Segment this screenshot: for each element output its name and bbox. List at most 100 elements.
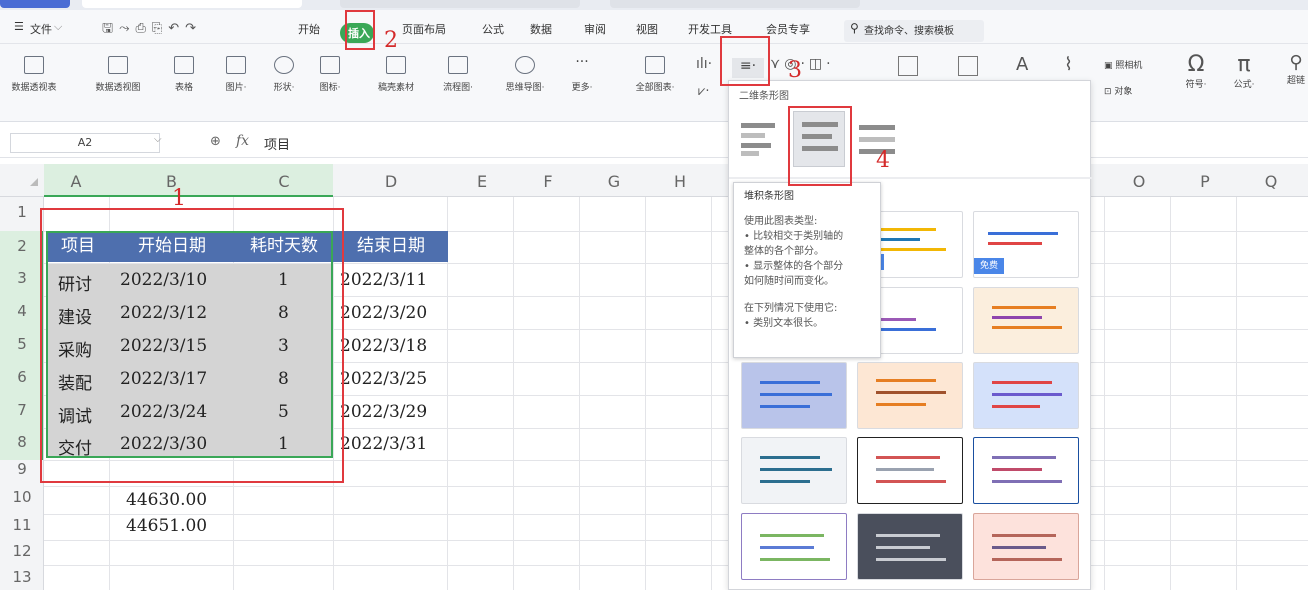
picture-icon [226, 56, 246, 74]
row-8[interactable]: 8 [0, 433, 44, 451]
col-C[interactable]: C [235, 172, 333, 191]
col-H[interactable]: H [647, 172, 713, 191]
object-icon: ⊡ [1104, 87, 1115, 97]
icons-button[interactable]: 图标· [310, 56, 350, 93]
cell-b10[interactable]: 44630.00 [126, 490, 207, 510]
pivot-chart-button[interactable]: 数据透视图 [86, 56, 150, 93]
row-11[interactable]: 11 [0, 516, 44, 534]
chart-template-thumb[interactable] [973, 287, 1079, 354]
fx-icon[interactable]: fx [236, 133, 249, 149]
file-menu[interactable]: 文件 [30, 21, 52, 37]
cell-end[interactable]: 2022/3/29 [340, 402, 427, 422]
formula-bar: A2 ⌵ ⊕ fx 项目 [0, 128, 1308, 158]
cell-b11[interactable]: 44651.00 [126, 516, 207, 536]
row-6[interactable]: 6 [0, 368, 44, 386]
row-9[interactable]: 9 [0, 460, 44, 478]
object-button[interactable]: ⊡ 对象 [1104, 84, 1140, 97]
camera-button[interactable]: ▣ 照相机 [1104, 58, 1142, 71]
pivot-chart-icon [108, 56, 128, 74]
chart-template-thumb[interactable] [973, 437, 1079, 504]
pivot-table-button[interactable]: 数据透视表 [10, 56, 58, 93]
menu-member[interactable]: 会员专享 [766, 21, 810, 37]
row-3[interactable]: 3 [0, 269, 44, 287]
row-12[interactable]: 12 [0, 542, 44, 560]
chart-template-thumb[interactable] [857, 437, 963, 504]
radar-chart-icon[interactable]: ⩗· [698, 84, 709, 99]
quick-access-icons[interactable]: 🖫⤳⎙⎘↶↷ [102, 19, 202, 41]
zoom-icon[interactable]: ⊕ [210, 134, 221, 149]
cell-end[interactable]: 2022/3/18 [340, 336, 427, 356]
material-button[interactable]: 稿壳素材 [370, 56, 422, 93]
chevron-down-icon[interactable]: ⌵ [54, 20, 62, 34]
col-F[interactable]: F [515, 172, 581, 191]
annotation-3: 3 [788, 58, 802, 83]
name-box[interactable]: A2 [10, 133, 160, 153]
tooltip-title: 堆积条形图 [744, 191, 794, 202]
all-charts-button[interactable]: 全部图表· [624, 56, 686, 93]
cell-end[interactable]: 2022/3/20 [340, 303, 427, 323]
namebox-chevron-icon[interactable]: ⌵ [154, 134, 162, 145]
hyperlink-button[interactable]: ⚲ 超链 [1284, 52, 1308, 86]
doc-tab-3[interactable] [610, 0, 860, 8]
cell-end[interactable]: 2022/3/11 [340, 270, 427, 290]
row-7[interactable]: 7 [0, 401, 44, 419]
cell-end[interactable]: 2022/3/31 [340, 434, 427, 454]
row-5[interactable]: 5 [0, 335, 44, 353]
annotation-1: 1 [172, 186, 186, 211]
doc-tab-1[interactable] [82, 0, 302, 8]
menu-review[interactable]: 审阅 [584, 21, 606, 37]
shape-button[interactable]: 形状· [264, 56, 304, 93]
row-10[interactable]: 10 [0, 488, 44, 506]
more-chart-icons[interactable]: ⋎◎·◫· [770, 56, 835, 72]
menu-start[interactable]: 开始 [298, 21, 320, 37]
col-Q[interactable]: Q [1238, 172, 1304, 191]
row-4[interactable]: 4 [0, 302, 44, 320]
row-1[interactable]: 1 [0, 203, 44, 221]
chart-type-tooltip: 堆积条形图 使用此图表类型: • 比较相交于类别轴的 整体的各个部分。 • 显示… [733, 182, 881, 358]
row-2[interactable]: 2 [0, 237, 44, 255]
symbol-button[interactable]: Ω 符号· [1180, 52, 1212, 90]
col-P[interactable]: P [1172, 172, 1238, 191]
art-text-icon[interactable]: A [1016, 54, 1028, 75]
select-all-corner[interactable] [30, 178, 38, 186]
hamburger-icon[interactable]: ☰ [14, 20, 24, 33]
col-A[interactable]: A [44, 172, 108, 191]
chart-template-thumb[interactable] [857, 362, 963, 429]
annotation-2: 2 [384, 28, 398, 53]
chart-template-thumb[interactable] [857, 513, 963, 580]
menu-data[interactable]: 数据 [530, 21, 552, 37]
formula-button[interactable]: π 公式· [1228, 52, 1260, 90]
chart-template-thumb[interactable] [741, 437, 847, 504]
chart-template-thumb[interactable] [741, 362, 847, 429]
col-G[interactable]: G [581, 172, 647, 191]
doc-tab-2[interactable] [340, 0, 580, 8]
formula-input[interactable]: 项目 [264, 134, 290, 153]
header-footer-icon[interactable] [958, 56, 978, 76]
column-chart-icon[interactable]: ılı· [696, 56, 712, 72]
menu-view[interactable]: 视图 [636, 21, 658, 37]
menu-page-layout[interactable]: 页面布局 [402, 21, 446, 37]
chart-template-thumb[interactable] [741, 513, 847, 580]
clustered-bar-option[interactable] [741, 119, 779, 159]
picture-button[interactable]: 图片· [216, 56, 256, 93]
row-13[interactable]: 13 [0, 568, 44, 586]
more-button[interactable]: ··· 更多· [564, 55, 600, 93]
cell-end[interactable]: 2022/3/25 [340, 369, 427, 389]
chart-template-thumb[interactable]: 免费 [973, 211, 1079, 278]
menu-formula[interactable]: 公式 [482, 21, 504, 37]
col-O[interactable]: O [1106, 172, 1172, 191]
col-E[interactable]: E [449, 172, 515, 191]
header-cell-end-date[interactable]: 结束日期 [334, 231, 448, 262]
menu-developer[interactable]: 开发工具 [688, 21, 732, 37]
free-badge: 免费 [974, 258, 1004, 274]
attachment-icon[interactable]: ⌇ [1064, 54, 1073, 75]
mindmap-button[interactable]: 思维导图· [494, 56, 556, 93]
tooltip-line: • 类别文本很长。 [744, 318, 824, 329]
flowchart-button[interactable]: 流程图· [432, 56, 484, 93]
home-tab[interactable] [0, 0, 70, 8]
chart-template-thumb[interactable] [973, 362, 1079, 429]
chart-template-thumb[interactable] [973, 513, 1079, 580]
table-button[interactable]: 表格 [168, 56, 200, 93]
col-D[interactable]: D [335, 172, 447, 191]
textbox-icon[interactable] [898, 56, 918, 76]
